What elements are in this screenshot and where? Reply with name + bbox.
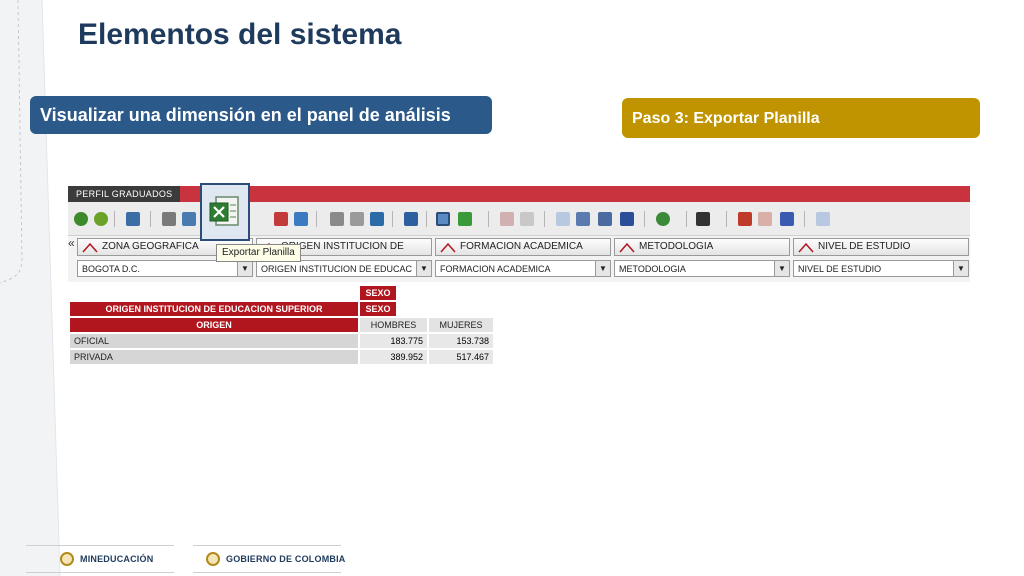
table-cell: 517.467 bbox=[429, 350, 493, 364]
toolbar-separator bbox=[316, 211, 317, 227]
dimension-filters: ZONA GEOGRAFICA ORIGEN INSTITUCION DE FO… bbox=[68, 236, 970, 282]
redo-icon[interactable] bbox=[94, 212, 108, 226]
chevron-down-icon[interactable]: ▼ bbox=[774, 261, 789, 276]
cube-icon[interactable] bbox=[780, 212, 794, 226]
dimension-triangle-icon bbox=[440, 243, 456, 253]
dimension-triangle-icon bbox=[798, 243, 814, 253]
toolbar-separator bbox=[544, 211, 545, 227]
column-header: MUJERES bbox=[429, 318, 493, 332]
toolbar-separator bbox=[150, 211, 151, 227]
footer-divider bbox=[26, 572, 174, 573]
save-icon[interactable] bbox=[182, 212, 196, 226]
chevron-down-icon[interactable]: ▼ bbox=[953, 261, 968, 276]
mineducacion-logo-text: MINEDUCACIÓN bbox=[80, 554, 154, 564]
column-header: HOMBRES bbox=[360, 318, 427, 332]
footer-divider bbox=[26, 545, 174, 546]
stacked-chart-icon[interactable] bbox=[500, 212, 514, 226]
table-cell: 183.775 bbox=[360, 334, 427, 348]
dimension-select[interactable]: ORIGEN INSTITUCION DE EDUCAC ▼ bbox=[256, 260, 432, 277]
toolbar-separator bbox=[488, 211, 489, 227]
gear-icon[interactable] bbox=[656, 212, 670, 226]
swap-icon[interactable] bbox=[576, 212, 590, 226]
dimension-select[interactable]: METODOLOGIA ▼ bbox=[614, 260, 790, 277]
export-spreadsheet-button[interactable] bbox=[200, 183, 250, 241]
gobierno-logo-text: GOBIERNO DE COLOMBIA bbox=[226, 554, 346, 564]
hammer-icon[interactable] bbox=[738, 212, 752, 226]
dimension-triangle-icon bbox=[619, 243, 635, 253]
refresh-icon[interactable] bbox=[294, 212, 308, 226]
help-icon[interactable] bbox=[816, 212, 830, 226]
toolbar-separator bbox=[426, 211, 427, 227]
column-dimension-header[interactable]: SEXO bbox=[360, 302, 396, 316]
toolbar-separator bbox=[392, 211, 393, 227]
sort-icon[interactable] bbox=[370, 212, 384, 226]
section-label: Visualizar una dimensión en el panel de … bbox=[30, 96, 492, 134]
dimension-header[interactable]: NIVEL DE ESTUDIO bbox=[793, 238, 969, 256]
collapse-panel-button[interactable]: « bbox=[68, 236, 75, 250]
dimension-select[interactable]: FORMACION ACADEMICA ▼ bbox=[435, 260, 611, 277]
link-icon[interactable] bbox=[350, 212, 364, 226]
dimension-header-label: METODOLOGIA bbox=[639, 241, 714, 252]
slide-title: Elementos del sistema bbox=[78, 18, 402, 51]
dimension-selected-value: BOGOTA D.C. bbox=[82, 264, 140, 274]
plug-icon[interactable] bbox=[696, 212, 710, 226]
footer-divider bbox=[193, 545, 341, 546]
dimension-header-label: FORMACION ACADEMICA bbox=[460, 241, 583, 252]
toolbar-separator bbox=[804, 211, 805, 227]
window-icon[interactable] bbox=[404, 212, 418, 226]
dimension-selected-value: ORIGEN INSTITUCION DE EDUCAC bbox=[261, 264, 413, 274]
dimension-selected-value: METODOLOGIA bbox=[619, 264, 686, 274]
coat-of-arms-icon bbox=[206, 552, 220, 566]
book-icon[interactable] bbox=[620, 212, 634, 226]
dimension-selected-value: FORMACION ACADEMICA bbox=[440, 264, 551, 274]
print-icon[interactable] bbox=[162, 212, 176, 226]
dimension-header-label: ZONA GEOGRAFICA bbox=[102, 241, 199, 252]
dimension-triangle-icon bbox=[82, 243, 98, 253]
hammer-disabled-icon[interactable] bbox=[758, 212, 772, 226]
table-cell: 153.738 bbox=[429, 334, 493, 348]
dimension-select[interactable]: NIVEL DE ESTUDIO ▼ bbox=[793, 260, 969, 277]
footer-divider bbox=[193, 572, 341, 573]
dimension-selected-value: NIVEL DE ESTUDIO bbox=[798, 264, 882, 274]
row-dimension-title[interactable]: ORIGEN INSTITUCION DE EDUCACION SUPERIOR bbox=[70, 302, 358, 316]
chevron-down-icon[interactable]: ▼ bbox=[595, 261, 610, 276]
chart-view-icon[interactable] bbox=[458, 212, 472, 226]
dimension-header-label: NIVEL DE ESTUDIO bbox=[818, 241, 911, 252]
tab-perfil-graduados[interactable]: PERFIL GRADUADOS bbox=[68, 186, 181, 202]
left-decorative-band bbox=[0, 0, 61, 576]
step-label: Paso 3: Exportar Planilla bbox=[622, 98, 980, 138]
table-cell: 389.952 bbox=[360, 350, 427, 364]
toolbar-separator bbox=[726, 211, 727, 227]
grid-view-icon[interactable] bbox=[436, 212, 450, 226]
nan-icon[interactable] bbox=[598, 212, 612, 226]
table-row-label: PRIVADA bbox=[70, 350, 358, 364]
number-format-icon[interactable] bbox=[556, 212, 570, 226]
table-row-label: OFICIAL bbox=[70, 334, 358, 348]
dimension-header[interactable]: METODOLOGIA bbox=[614, 238, 790, 256]
column-dimension-header[interactable]: SEXO bbox=[360, 286, 396, 300]
bar-chart-icon[interactable] bbox=[330, 212, 344, 226]
toolbar-separator bbox=[686, 211, 687, 227]
dimension-header[interactable]: FORMACION ACADEMICA bbox=[435, 238, 611, 256]
excel-export-icon bbox=[209, 196, 239, 226]
list-icon[interactable] bbox=[520, 212, 534, 226]
dimension-select[interactable]: BOGOTA D.C. ▼ bbox=[77, 260, 253, 277]
undo-icon[interactable] bbox=[74, 212, 88, 226]
coat-of-arms-icon bbox=[60, 552, 74, 566]
toolbar-separator bbox=[644, 211, 645, 227]
row-header: ORIGEN bbox=[70, 318, 358, 332]
toolbar-separator bbox=[114, 211, 115, 227]
chevron-down-icon[interactable]: ▼ bbox=[416, 261, 431, 276]
chevron-down-icon[interactable]: ▼ bbox=[237, 261, 252, 276]
chart-bar-icon[interactable] bbox=[274, 212, 288, 226]
screen-icon[interactable] bbox=[126, 212, 140, 226]
export-tooltip: Exportar Planilla bbox=[216, 244, 301, 262]
